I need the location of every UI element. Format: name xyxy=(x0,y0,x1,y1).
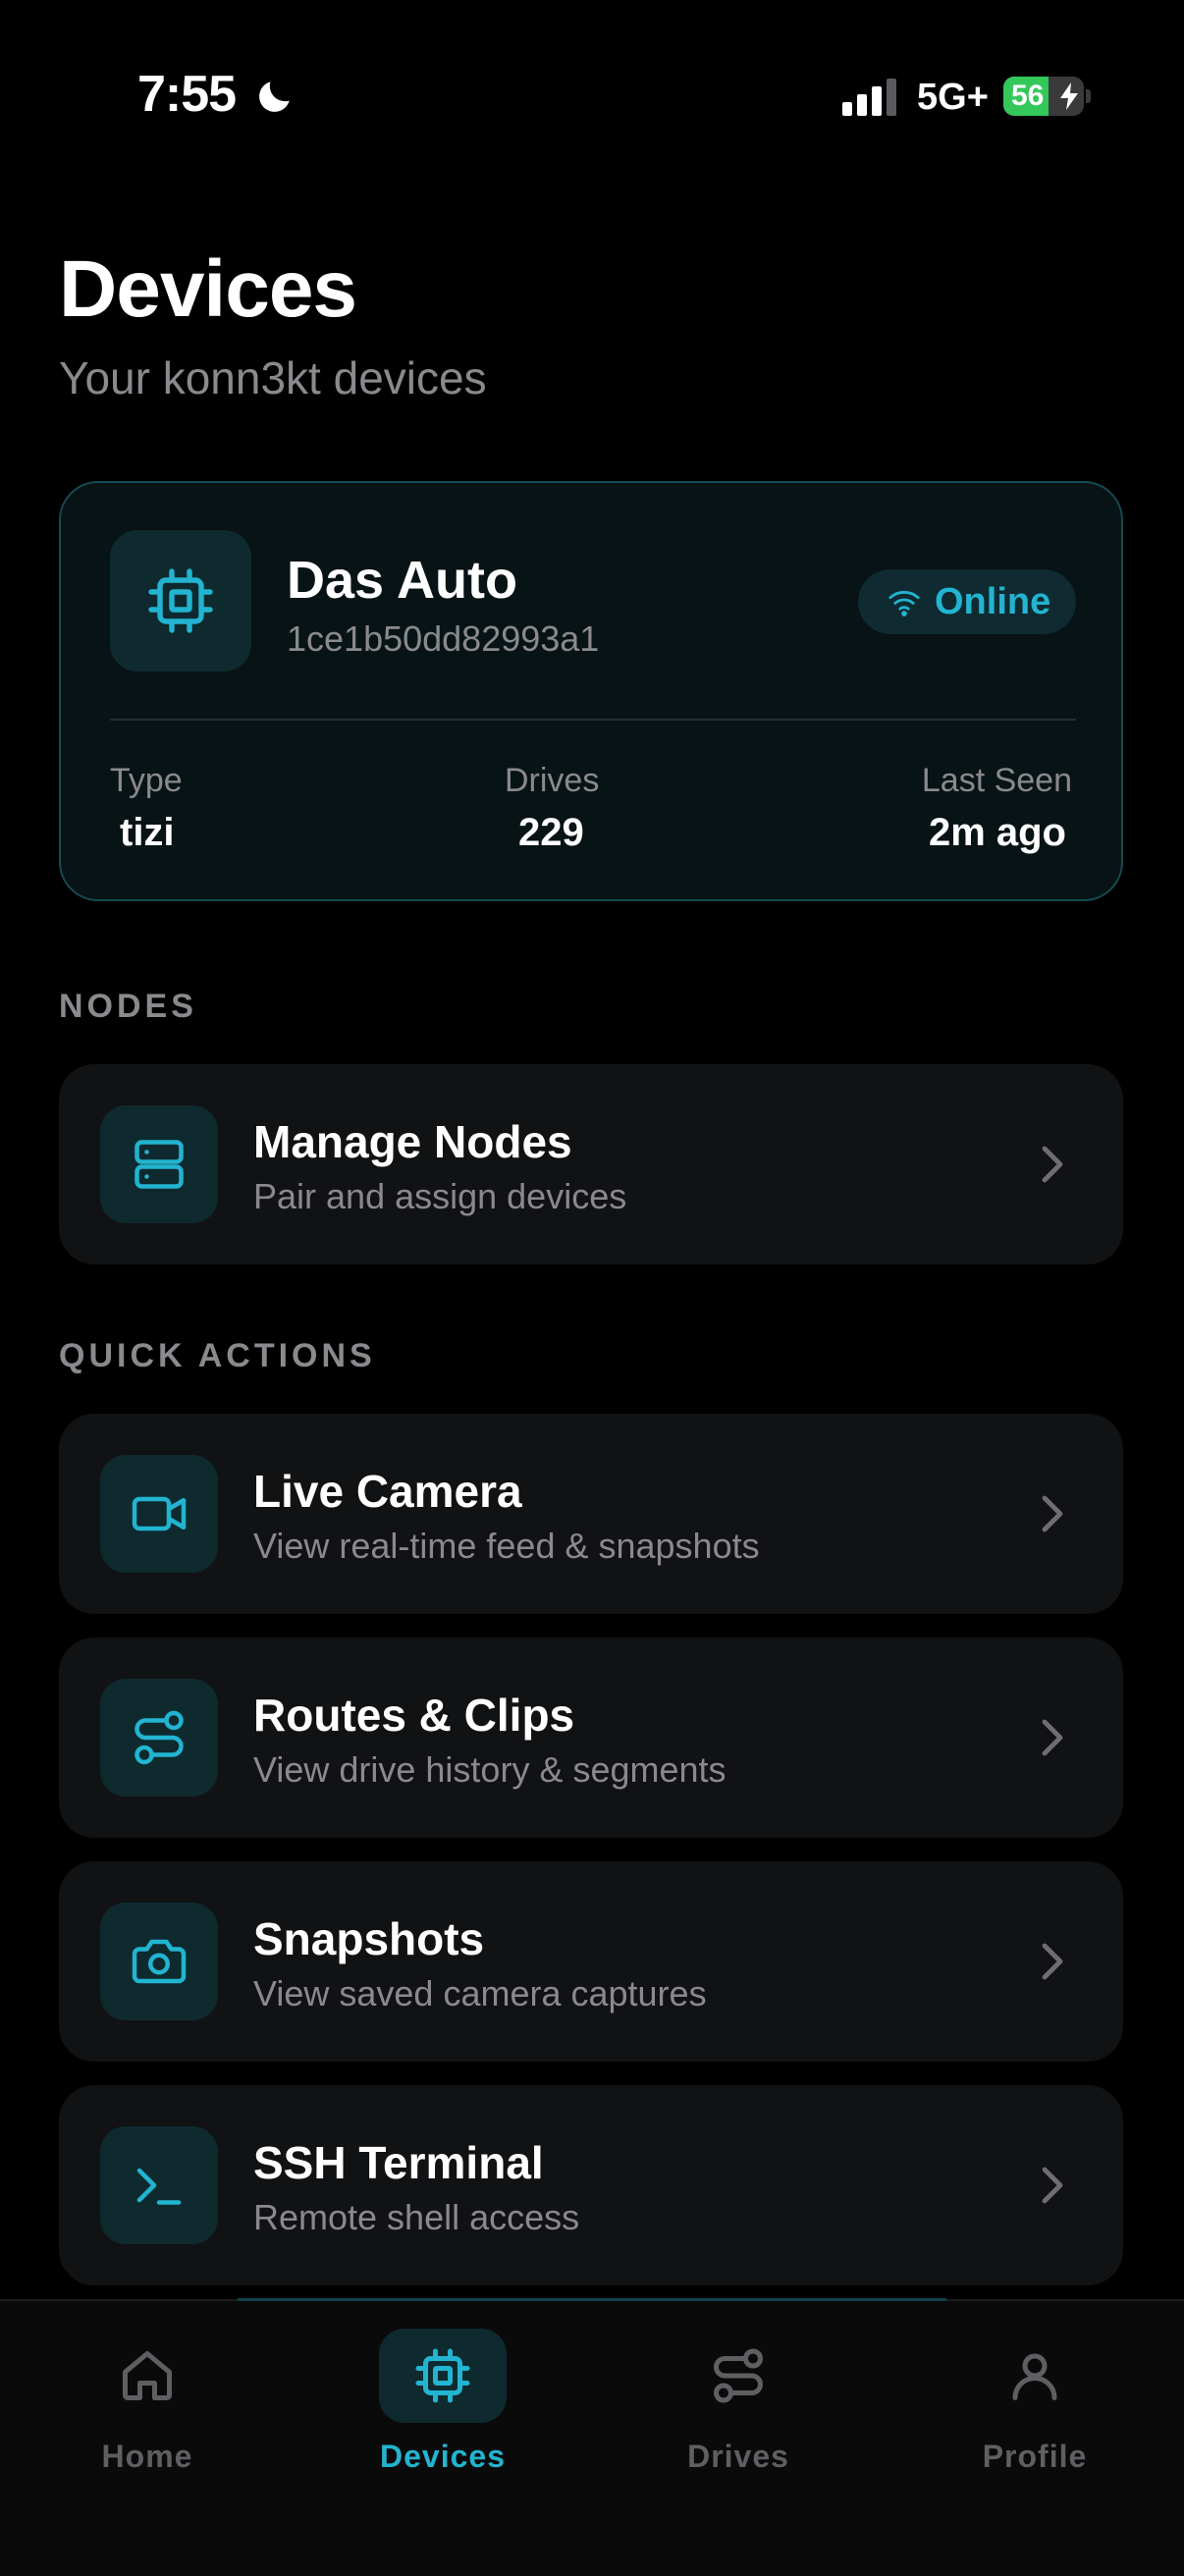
action-title: Routes & Clips xyxy=(253,1690,575,1741)
card-divider xyxy=(110,719,1076,721)
stat-last-seen-value: 2m ago xyxy=(928,811,1066,854)
network-type: 5G+ xyxy=(917,77,989,118)
action-icon-tile xyxy=(100,1679,218,1797)
tab-bar: Home Devices Drives Profile xyxy=(0,2298,1184,2576)
action-icon-tile xyxy=(100,1455,218,1573)
section-label-nodes: NODES xyxy=(59,988,197,1025)
chevron-right-icon xyxy=(1042,1495,1063,1532)
tab-label: Home xyxy=(101,2439,193,2474)
stat-type-label: Type xyxy=(110,762,183,799)
tab-home[interactable]: Home xyxy=(49,2329,245,2486)
status-badge: Online xyxy=(858,569,1076,634)
tab-drives[interactable]: Drives xyxy=(640,2329,836,2486)
action-subtitle: View real-time feed & snapshots xyxy=(253,1526,760,1566)
page-subtitle: Your konn3kt devices xyxy=(59,352,487,403)
tab-profile[interactable]: Profile xyxy=(937,2329,1133,2486)
battery-cap xyxy=(1086,89,1091,103)
ssh-terminal-button[interactable]: SSH Terminal Remote shell access xyxy=(59,2085,1123,2285)
page-title: Devices xyxy=(59,244,357,334)
status-bar: 7:55 5G+ 56 xyxy=(0,0,1184,196)
tab-icon-wrap xyxy=(83,2329,211,2423)
route-icon xyxy=(135,1710,184,1765)
tab-label: Drives xyxy=(687,2439,789,2474)
action-title: Snapshots xyxy=(253,1913,485,1964)
snapshots-button[interactable]: Snapshots View saved camera captures xyxy=(59,1861,1123,2062)
action-icon-tile xyxy=(100,1903,218,2020)
tab-icon-wrap xyxy=(674,2329,802,2423)
tab-icon-wrap xyxy=(379,2329,507,2423)
manage-nodes-button[interactable]: Manage Nodes Pair and assign devices xyxy=(59,1064,1123,1264)
tab-icon-wrap xyxy=(971,2329,1099,2423)
action-subtitle: Remote shell access xyxy=(253,2197,580,2237)
routes-clips-button[interactable]: Routes & Clips View drive history & segm… xyxy=(59,1637,1123,1838)
chevron-right-icon xyxy=(1042,1943,1063,1980)
chip-icon xyxy=(415,2348,470,2403)
user-icon xyxy=(1012,2353,1057,2400)
action-title: SSH Terminal xyxy=(253,2137,544,2188)
moon-icon xyxy=(259,81,290,112)
chip-icon xyxy=(148,568,213,633)
tab-bar-indicator xyxy=(238,2298,946,2301)
tab-label: Profile xyxy=(982,2439,1088,2474)
stat-type-value: tizi xyxy=(120,811,175,854)
stat-last-seen-label: Last Seen xyxy=(921,762,1072,799)
device-icon-tile xyxy=(110,530,251,671)
stat-drives-value: 229 xyxy=(518,811,584,854)
chevron-right-icon xyxy=(1042,1719,1063,1756)
chevron-right-icon xyxy=(1042,2167,1063,2204)
video-camera-icon xyxy=(132,1496,187,1531)
tab-devices[interactable]: Devices xyxy=(345,2329,541,2486)
live-camera-button[interactable]: Live Camera View real-time feed & snapsh… xyxy=(59,1414,1123,1614)
route-icon xyxy=(714,2348,763,2403)
action-icon-tile xyxy=(100,1105,218,1223)
action-title: Manage Nodes xyxy=(253,1116,572,1167)
battery-indicator: 56 xyxy=(1003,77,1084,116)
battery-level: 56 xyxy=(1011,80,1045,112)
status-time: 7:55 xyxy=(137,66,237,123)
chevron-right-icon xyxy=(1042,1146,1063,1183)
home-icon xyxy=(123,2351,172,2400)
device-name: Das Auto xyxy=(287,551,518,610)
action-title: Live Camera xyxy=(253,1466,522,1517)
action-subtitle: Pair and assign devices xyxy=(253,1176,627,1216)
wifi-icon xyxy=(888,590,920,617)
camera-icon xyxy=(132,1939,187,1984)
terminal-icon xyxy=(136,2168,182,2205)
server-icon xyxy=(135,1140,184,1189)
status-badge-label: Online xyxy=(935,581,1051,622)
stat-drives-label: Drives xyxy=(505,762,600,799)
section-label-quick-actions: QUICK ACTIONS xyxy=(59,1337,376,1374)
cellular-signal-icon xyxy=(842,79,896,116)
action-subtitle: View saved camera captures xyxy=(253,1973,707,2013)
device-card[interactable]: Das Auto 1ce1b50dd82993a1 Online Type ti… xyxy=(59,481,1123,901)
charging-bolt-icon xyxy=(1060,82,1078,110)
action-icon-tile xyxy=(100,2126,218,2244)
device-id: 1ce1b50dd82993a1 xyxy=(287,618,600,659)
tab-label: Devices xyxy=(380,2439,506,2474)
action-subtitle: View drive history & segments xyxy=(253,1749,727,1790)
